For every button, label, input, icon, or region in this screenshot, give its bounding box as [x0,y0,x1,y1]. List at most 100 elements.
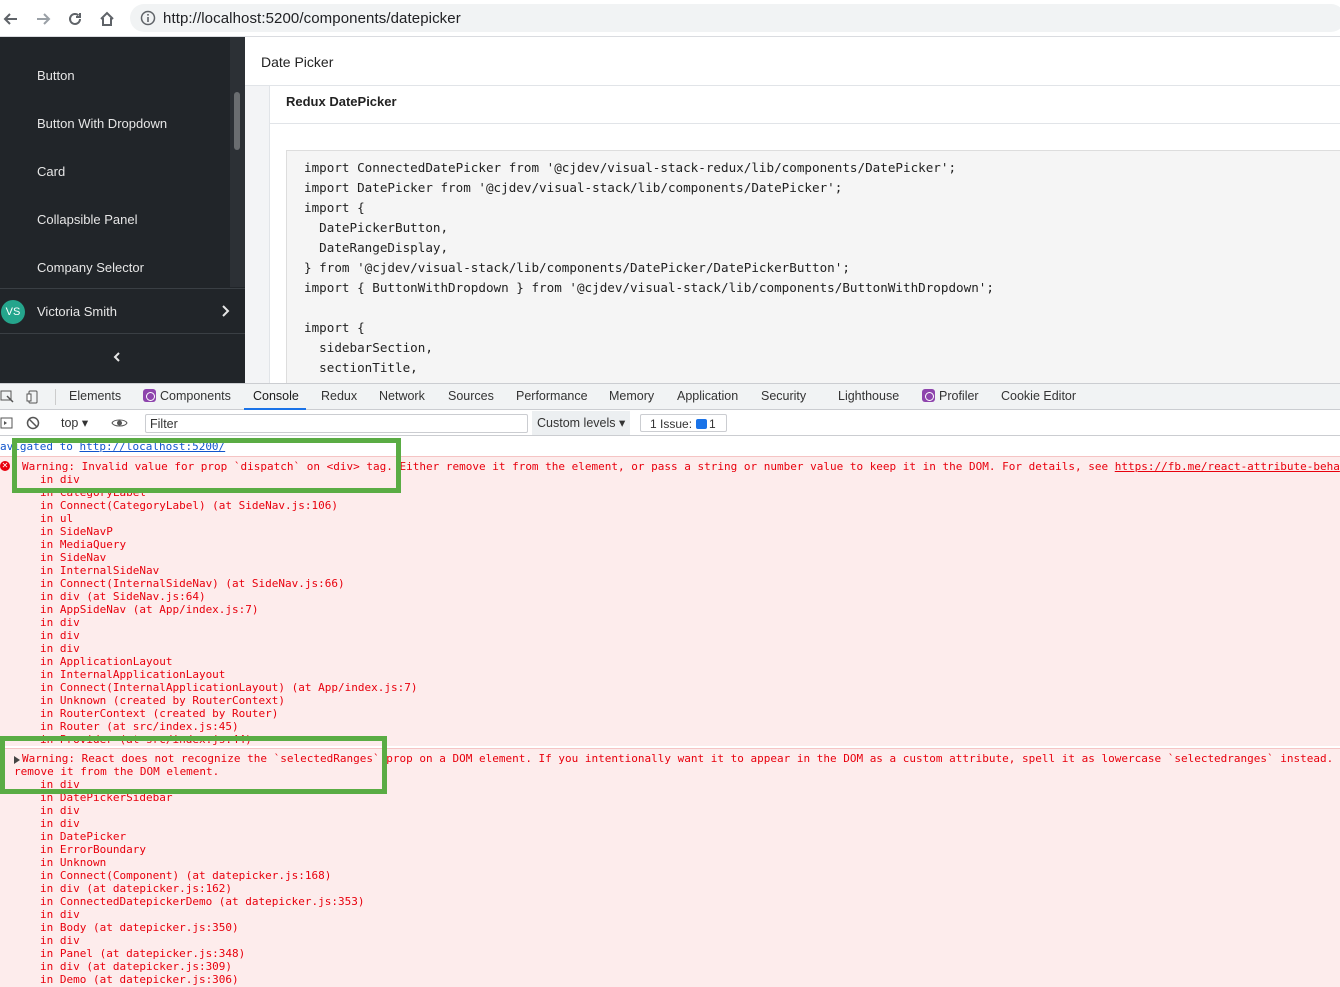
sidebar-item-button-with-dropdown[interactable]: Button With Dropdown [37,116,167,131]
code-line: import DatePicker from '@cjdev/visual-st… [304,180,843,195]
stack-line: in Demo (at datepicker.js:306) [40,973,239,986]
tab-redux[interactable]: Redux [321,389,357,403]
stack-line: in ul [40,512,74,525]
tab-sources[interactable]: Sources [448,389,494,403]
stack-line: in div [40,629,80,642]
tab-components-label: Components [160,389,231,403]
main-content: Date Picker Redux DatePicker import Conn… [245,37,1340,390]
sidebar-item-collapsible-panel[interactable]: Collapsible Panel [37,212,137,227]
stack-line: in Panel (at datepicker.js:348) [40,947,246,960]
devtools-tabbar: Elements Components Console Redux Networ… [0,384,1340,410]
issues-count: 1 [709,417,716,431]
tab-profiler-label: Profiler [939,389,979,403]
page-header: Date Picker [245,37,1340,86]
stack-line: in AppSideNav (at App/index.js:7) [40,603,259,616]
stack-line: in ApplicationLayout [40,655,173,668]
stack-line: in DatePicker [40,830,127,843]
code-block: import ConnectedDatePicker from '@cjdev/… [286,150,1340,390]
stack-line: in div [40,642,80,655]
devtools-panel: Elements Components Console Redux Networ… [0,383,1340,987]
inspect-element-icon[interactable] [0,390,14,404]
code-line: sectionTitle, [304,360,418,375]
stack-line: in Unknown (created by RouterContext) [40,694,286,707]
tab-profiler[interactable]: Profiler [922,389,979,403]
tab-separator [55,389,56,405]
show-sidebar-icon[interactable] [0,416,14,430]
annotation-highlight-2 [0,736,387,794]
issues-label: 1 Issue: [650,417,693,431]
sidebar-item-company-selector[interactable]: Company Selector [37,260,144,275]
home-icon[interactable] [96,8,118,30]
issue-message-icon [696,419,708,429]
tab-elements[interactable]: Elements [69,389,121,403]
stack-line: in div (at SideNav.js:64) [40,590,206,603]
stack-line: in div [40,908,80,921]
panel-divider [270,123,1340,124]
error-link[interactable]: https://fb.me/react-attribute-beha [1115,460,1340,473]
user-menu[interactable]: VS Victoria Smith [0,288,245,334]
clear-console-icon[interactable] [26,416,40,430]
reload-icon[interactable] [64,8,86,30]
stack-line: in InternalSideNav [40,564,160,577]
stack-line: in div [40,616,80,629]
dropdown-arrow-icon: ▾ [618,416,626,430]
code-line: } from '@cjdev/visual-stack/lib/componen… [304,260,850,275]
device-toolbar-icon[interactable] [26,390,40,404]
stack-line: in RouterContext (created by Router) [40,707,279,720]
stack-line: in div (at datepicker.js:162) [40,882,233,895]
issues-button[interactable]: 1 Issue: 1 [640,414,727,432]
tab-console[interactable]: Console [253,389,299,403]
react-icon [922,389,935,402]
sidebar-scrollbar[interactable] [234,92,240,150]
code-line: import ConnectedDatePicker from '@cjdev/… [304,160,957,175]
console-toolbar: top ▾ Filter Custom levels ▾ 1 Issue: 1 [0,410,1340,436]
stack-line: in Router (at src/index.js:45) [40,720,239,733]
side-nav: Button Button With Dropdown Card Collaps… [0,37,245,383]
panel-title: Redux DatePicker [286,94,397,109]
tab-performance[interactable]: Performance [516,389,588,403]
stack-line: in SideNav [40,551,107,564]
sidebar-item-button[interactable]: Button [37,68,75,83]
back-icon[interactable] [0,8,22,30]
log-levels-dropdown[interactable]: Custom levels ▾ [532,411,630,435]
url-text: http://localhost:5200/components/datepic… [163,10,461,27]
console-output: avigated to http://localhost:5200/ ✕ War… [0,436,1340,987]
tab-application[interactable]: Application [677,389,738,403]
user-name: Victoria Smith [37,304,117,319]
sidebar-scrolltrack[interactable] [230,37,245,287]
tab-network[interactable]: Network [379,389,425,403]
code-line: import { [304,320,365,335]
stack-line: in div (at datepicker.js:309) [40,960,233,973]
browser-toolbar: http://localhost:5200/components/datepic… [0,0,1340,37]
stack-line: in Connect(InternalApplicationLayout) (a… [40,681,418,694]
context-selector[interactable]: top ▾ [61,415,88,430]
dropdown-arrow-icon: ▾ [81,416,89,430]
stack-line: in MediaQuery [40,538,127,551]
error-icon: ✕ [0,461,10,471]
sidebar-item-card[interactable]: Card [37,164,65,179]
code-line: import { [304,200,365,215]
eye-icon[interactable] [111,416,128,430]
tab-cookie-editor[interactable]: Cookie Editor [1001,389,1076,403]
context-label: top [61,416,79,430]
page-title: Date Picker [261,54,334,70]
tab-lighthouse[interactable]: Lighthouse [838,389,899,403]
address-bar[interactable]: http://localhost:5200/components/datepic… [130,4,1340,32]
collapse-sidebar-icon[interactable] [110,350,124,364]
chevron-right-icon[interactable] [218,304,232,318]
log-levels-label: Custom levels [537,416,616,430]
stack-line: in ConnectedDatepickerDemo (at datepicke… [40,895,365,908]
info-icon[interactable] [140,10,156,26]
stack-line: in InternalApplicationLayout [40,668,226,681]
stack-line: in SideNavP [40,525,113,538]
stack-line: in Connect(CategoryLabel) (at SideNav.js… [40,499,339,512]
forward-icon[interactable] [32,8,54,30]
stack-line: in ErrorBoundary [40,843,146,856]
tab-components[interactable]: Components [143,389,231,403]
tab-memory[interactable]: Memory [609,389,654,403]
stack-line: in Body (at datepicker.js:350) [40,921,239,934]
panel: Redux DatePicker import ConnectedDatePic… [269,86,1340,390]
filter-input[interactable]: Filter [145,414,528,433]
code-line: DateRangeDisplay, [304,240,449,255]
tab-security[interactable]: Security [761,389,806,403]
